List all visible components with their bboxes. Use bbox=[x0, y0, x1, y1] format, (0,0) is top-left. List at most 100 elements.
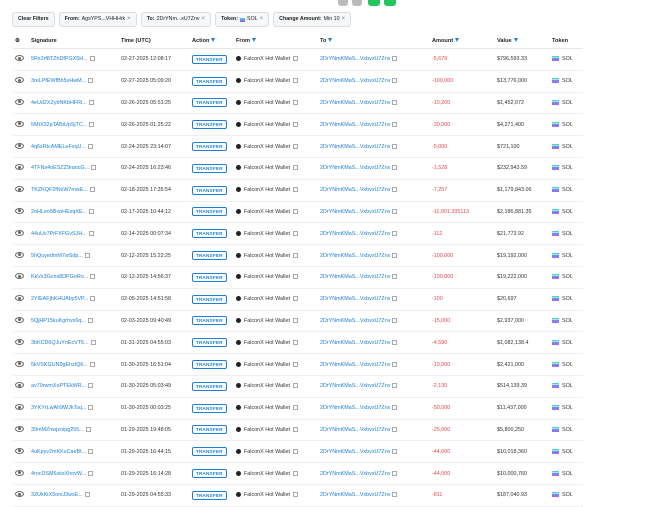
to-cell[interactable]: 2DrYNmKMaS...VxbvxU7Znv bbox=[318, 310, 430, 333]
signature-cell[interactable]: 39mMZnwjzoipg255... bbox=[29, 419, 119, 442]
copy-icon[interactable] bbox=[292, 318, 298, 324]
eye-icon[interactable] bbox=[15, 316, 24, 323]
to-address-link[interactable]: 2DrYNmKMaS...VxbvxU7Znv bbox=[320, 209, 390, 215]
from-cell[interactable]: FalconX Hot Wallet bbox=[234, 266, 318, 289]
signature-cell[interactable]: 32UkKtX5oniJ3wsE... bbox=[29, 484, 119, 507]
eye-icon[interactable] bbox=[15, 229, 24, 236]
table-row[interactable]: 5QjHP15kuKgrhvx6q... 02-03-2025 09:40:49 T… bbox=[13, 310, 583, 333]
from-label[interactable]: FalconX Hot Wallet bbox=[244, 253, 290, 259]
signature-cell[interactable]: 4uKpyv2mKKuCaeBt... bbox=[29, 440, 119, 464]
from-label[interactable]: FalconX Hot Wallet bbox=[244, 340, 290, 346]
to-address-link[interactable]: 2DrYNmKMaS...VxbvxU7Znv bbox=[320, 231, 390, 237]
from-cell[interactable]: FalconX Hot Wallet bbox=[234, 201, 318, 224]
copy-icon[interactable] bbox=[392, 339, 398, 345]
from-label[interactable]: FalconX Hot Wallet bbox=[244, 56, 290, 62]
to-address-link[interactable]: 2DrYNmKMaS...VxbvxU7Znv bbox=[320, 296, 390, 302]
signature-link[interactable]: 5Rx2rf8TZhDfPGX5H... bbox=[31, 56, 88, 62]
view-cell[interactable] bbox=[13, 179, 29, 202]
copy-icon[interactable] bbox=[89, 121, 95, 127]
from-cell[interactable]: FalconX Hot Wallet bbox=[234, 222, 318, 246]
token-cell[interactable]: SOL bbox=[550, 440, 583, 464]
signature-link[interactable]: 39mMZnwjzoipg255... bbox=[31, 427, 84, 433]
view-cell[interactable] bbox=[13, 462, 29, 485]
copy-icon[interactable] bbox=[292, 492, 298, 498]
copy-icon[interactable] bbox=[292, 383, 298, 389]
signature-link[interactable]: 5kVSKGUN9gEhztQ6... bbox=[31, 362, 88, 368]
table-row[interactable]: TKZKQF2fNsW7mwE... 02-18-2025 17:35:54 TRA… bbox=[13, 179, 583, 202]
toolbar-toggle-1[interactable] bbox=[338, 0, 348, 6]
signature-cell[interactable]: TKZKQF2fNsW7mwE... bbox=[29, 179, 119, 202]
copy-icon[interactable] bbox=[392, 318, 398, 324]
from-cell[interactable]: FalconX Hot Wallet bbox=[234, 331, 318, 355]
to-cell[interactable]: 2DrYNmKMaS...VxbvxU7Znv bbox=[318, 397, 430, 420]
view-cell[interactable] bbox=[13, 201, 29, 224]
signature-link[interactable]: 2YIEAFjhKHUAby5VP... bbox=[31, 296, 88, 302]
to-cell[interactable]: 2DrYNmKMaS...VxbvxU7Znv bbox=[318, 135, 430, 158]
signature-cell[interactable]: 5kVSKGUN9gEhztQ6... bbox=[29, 353, 119, 376]
copy-icon[interactable] bbox=[392, 252, 398, 258]
signature-link[interactable]: 32UkKtX5oniJ3wsE... bbox=[31, 492, 83, 498]
copy-icon[interactable] bbox=[392, 296, 398, 302]
signature-cell[interactable]: 5hQuyedmM7wSdp... bbox=[29, 244, 119, 267]
from-label[interactable]: FalconX Hot Wallet bbox=[244, 231, 290, 237]
to-cell[interactable]: 2DrYNmKMaS...VxbvxU7Znv bbox=[318, 244, 430, 267]
signature-cell[interactable]: 4eUd2XZybNKbHFRi... bbox=[29, 92, 119, 115]
eye-icon[interactable] bbox=[15, 55, 24, 62]
eye-icon[interactable] bbox=[15, 98, 24, 105]
token-cell[interactable]: SOL bbox=[550, 419, 583, 442]
copy-icon[interactable] bbox=[292, 427, 298, 433]
token-cell[interactable]: SOL bbox=[550, 92, 583, 115]
token-cell[interactable]: SOL bbox=[550, 375, 583, 398]
to-cell[interactable]: 2DrYNmKMaS...VxbvxU7Znv bbox=[318, 266, 430, 289]
to-header[interactable]: To bbox=[318, 33, 430, 49]
to-address-link[interactable]: 2DrYNmKMaS...VxbvxU7Znv bbox=[320, 144, 390, 150]
to-cell[interactable]: 2DrYNmKMaS...VxbvxU7Znv bbox=[318, 157, 430, 180]
copy-icon[interactable] bbox=[392, 165, 398, 171]
from-cell[interactable]: FalconX Hot Wallet bbox=[234, 157, 318, 180]
signature-cell[interactable]: 3reLPfEWfBh5sHwM... bbox=[29, 70, 119, 93]
copy-icon[interactable] bbox=[87, 318, 93, 324]
from-label[interactable]: FalconX Hot Wallet bbox=[244, 362, 290, 368]
signature-link[interactable]: 4q6zRtcAMELeFxqU... bbox=[31, 144, 86, 150]
table-row[interactable]: 5kVSKGUN9gEhztQ6... 01-30-2025 16:51:04 TR… bbox=[13, 353, 583, 376]
signature-link[interactable]: 5hQuyedmM7wSdp... bbox=[31, 253, 83, 259]
signature-cell[interactable]: 5Rx2rf8TZhDfPGX5H... bbox=[29, 48, 119, 71]
from-cell[interactable]: FalconX Hot Wallet bbox=[234, 92, 318, 115]
to-address-link[interactable]: 2DrYNmKMaS...VxbvxU7Znv bbox=[320, 253, 390, 259]
from-label[interactable]: FalconX Hot Wallet bbox=[244, 318, 290, 324]
to-address-link[interactable]: 2DrYNmKMaS...VxbvxU7Znv bbox=[320, 56, 390, 62]
filter-icon[interactable] bbox=[328, 38, 333, 43]
to-cell[interactable]: 2DrYNmKMaS...VxbvxU7Znv bbox=[318, 331, 430, 355]
table-row[interactable]: 4TFNs4oESZZ9rancG... 02-24-2025 16:23:46 T… bbox=[13, 157, 583, 180]
to-address-link[interactable]: 2DrYNmKMaS...VxbvxU7Znv bbox=[320, 100, 390, 106]
token-cell[interactable]: SOL bbox=[550, 462, 583, 485]
from-cell[interactable]: FalconX Hot Wallet bbox=[234, 310, 318, 333]
to-cell[interactable]: 2DrYNmKMaS...VxbvxU7Znv bbox=[318, 375, 430, 398]
from-cell[interactable]: FalconX Hot Wallet bbox=[234, 113, 318, 137]
toolbar-toggle-2[interactable] bbox=[352, 0, 362, 6]
to-address-link[interactable]: 2DrYNmKMaS...VxbvxU7Znv bbox=[320, 274, 390, 280]
copy-icon[interactable] bbox=[392, 78, 398, 84]
to-address-link[interactable]: 2DrYNmKMaS...VxbvxU7Znv bbox=[320, 318, 390, 324]
from-header[interactable]: From bbox=[234, 33, 318, 49]
view-cell[interactable] bbox=[13, 375, 29, 398]
token-cell[interactable]: SOL bbox=[550, 353, 583, 376]
copy-icon[interactable] bbox=[88, 470, 94, 476]
signature-link[interactable]: 2oHLeo5BvoHEsqXE... bbox=[31, 209, 87, 215]
copy-icon[interactable] bbox=[89, 187, 95, 193]
signature-cell[interactable]: 44uUv7PrFXFGvSJH... bbox=[29, 222, 119, 246]
from-label[interactable]: FalconX Hot Wallet bbox=[244, 165, 290, 171]
signature-link[interactable]: 4TFNs4oESZZ9rancG... bbox=[31, 165, 89, 171]
from-cell[interactable]: FalconX Hot Wallet bbox=[234, 462, 318, 485]
copy-icon[interactable] bbox=[292, 100, 298, 106]
copy-icon[interactable] bbox=[88, 230, 94, 236]
view-cell[interactable] bbox=[13, 70, 29, 93]
table-row[interactable]: 2YIEAFjhKHUAby5VP... 02-05-2025 14:51:58 T… bbox=[13, 288, 583, 311]
copy-icon[interactable] bbox=[84, 252, 90, 258]
copy-icon[interactable] bbox=[292, 121, 298, 127]
from-label[interactable]: FalconX Hot Wallet bbox=[244, 187, 290, 193]
token-cell[interactable]: SOL bbox=[550, 113, 583, 137]
table-row[interactable]: 5Rx2rf8TZhDfPGX5H... 02-27-2025 12:08:17 T… bbox=[13, 48, 583, 71]
view-cell[interactable] bbox=[13, 484, 29, 507]
to-cell[interactable]: 2DrYNmKMaS...VxbvxU7Znv bbox=[318, 222, 430, 246]
